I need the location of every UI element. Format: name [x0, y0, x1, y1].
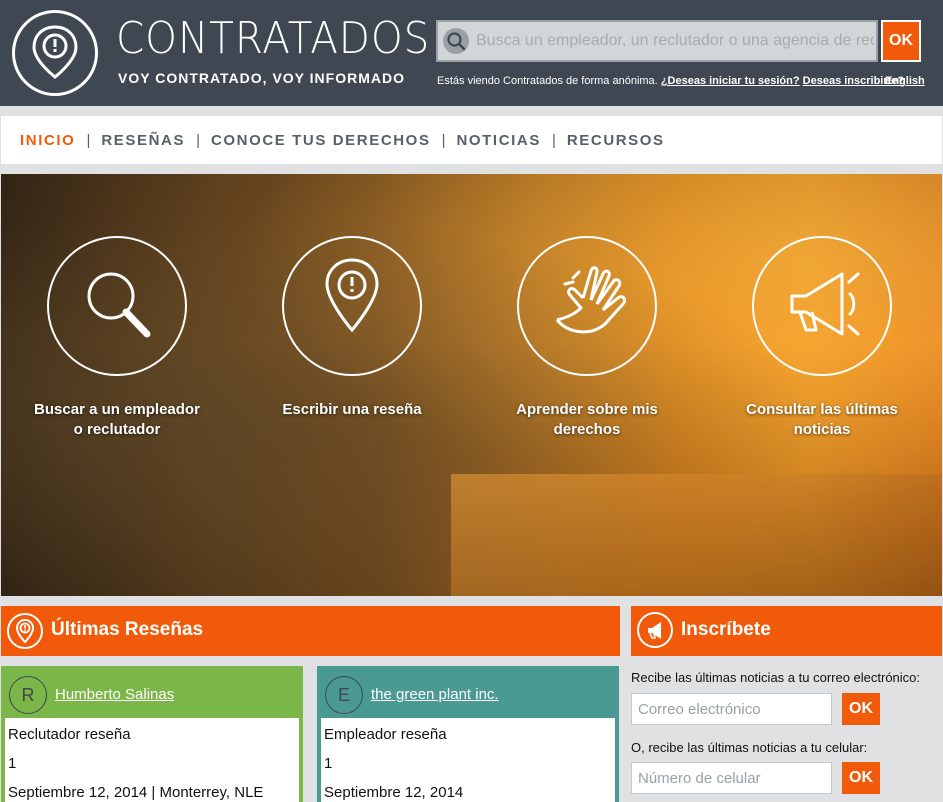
review-card: R Humberto Salinas Reclutador reseña 1 S…	[1, 666, 303, 802]
reviews-panel-header: Últimas Reseñas	[1, 606, 620, 656]
nav-item-noticias[interactable]: NOTICIAS	[456, 132, 540, 149]
logo-icon[interactable]	[12, 10, 98, 96]
search-icon	[440, 24, 472, 58]
reviewee-link[interactable]: the green plant inc.	[371, 686, 499, 703]
hero-learn-rights[interactable]: Aprender sobre mis derechos	[502, 236, 672, 440]
site-header: CONTRATADOS VOY CONTRATADO, VOY INFORMAD…	[0, 0, 943, 106]
language-link[interactable]: English	[885, 75, 925, 87]
phone-prompt: O, recibe las últimas noticias a tu celu…	[631, 740, 868, 755]
review-meta: Septiembre 12, 2014	[324, 784, 464, 801]
hero-label: Consultar las últimas noticias	[746, 401, 898, 438]
review-card: E the green plant inc. Empleador reseña …	[317, 666, 619, 802]
reviewee-link[interactable]: Humberto Salinas	[55, 686, 174, 703]
email-ok-button[interactable]: OK	[842, 693, 880, 725]
nav-separator: |	[196, 131, 200, 149]
phone-ok-button[interactable]: OK	[842, 762, 880, 794]
review-type: Reclutador reseña	[8, 726, 131, 743]
nav-separator: |	[441, 131, 446, 149]
hero-search-employer[interactable]: Buscar a un empleador o reclutador	[32, 236, 202, 440]
main-nav: INICIO | RESEÑAS | CONOCE TUS DERECHOS |…	[1, 116, 942, 164]
hero-label: Aprender sobre mis derechos	[516, 401, 658, 438]
login-link[interactable]: ¿Deseas iniciar tu sesión?	[661, 75, 800, 87]
review-rating: 1	[8, 755, 17, 772]
search-ok-button[interactable]: OK	[881, 20, 921, 62]
nav-item-recursos[interactable]: RECURSOS	[567, 132, 665, 149]
anon-text: Estás viendo Contratados de forma anónim…	[437, 75, 658, 87]
nav-separator: |	[86, 131, 91, 149]
subscribe-title: Inscríbete	[681, 619, 771, 640]
avatar: E	[325, 676, 363, 714]
search-icon	[47, 236, 187, 376]
hero-write-review[interactable]: Escribir una reseña	[267, 236, 437, 420]
review-rating: 1	[324, 755, 333, 772]
email-field[interactable]	[631, 693, 832, 725]
hero-latest-news[interactable]: Consultar las últimas noticias	[737, 236, 907, 440]
nav-item-resenas[interactable]: RESEÑAS	[101, 132, 185, 149]
hero-label: Escribir una reseña	[282, 401, 422, 418]
nav-item-inicio[interactable]: INICIO	[20, 132, 75, 149]
search-box	[436, 20, 878, 62]
map-pin-alert-icon	[7, 613, 43, 649]
avatar: R	[9, 676, 47, 714]
tagline: VOY CONTRATADO, VOY INFORMADO	[118, 70, 405, 86]
hero-label: Buscar a un empleador o reclutador	[34, 401, 200, 438]
hero-banner: Buscar a un empleador o reclutador Escri…	[1, 174, 942, 596]
review-type: Empleador reseña	[324, 726, 447, 743]
hero-photo-floor	[451, 474, 942, 596]
review-meta: Septiembre 12, 2014 | Monterrey, NLE	[8, 784, 264, 801]
subscribe-panel-header: Inscríbete	[631, 606, 942, 656]
megaphone-icon	[637, 612, 673, 648]
nav-separator: |	[551, 131, 556, 149]
search-input[interactable]	[474, 22, 874, 60]
hand-icon	[517, 236, 657, 376]
map-pin-alert-icon	[282, 236, 422, 376]
reviews-title: Últimas Reseñas	[51, 619, 204, 640]
email-prompt: Recibe las últimas noticias a tu correo …	[631, 670, 921, 685]
nav-item-derechos[interactable]: CONOCE TUS DERECHOS	[211, 132, 431, 149]
phone-field[interactable]	[631, 762, 832, 794]
brand-name[interactable]: CONTRATADOS	[116, 12, 430, 66]
megaphone-icon	[752, 236, 892, 376]
anonymous-notice: Estás viendo Contratados de forma anónim…	[437, 75, 904, 87]
